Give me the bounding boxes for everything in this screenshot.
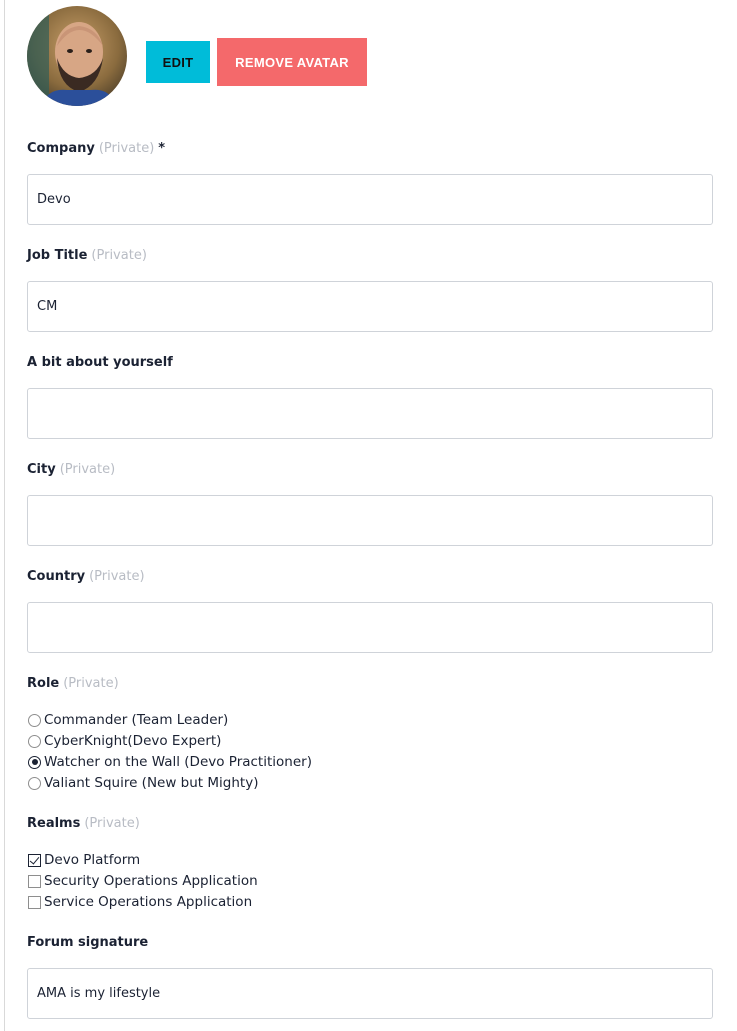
job-title-input[interactable]: CM bbox=[27, 281, 713, 332]
checkbox[interactable] bbox=[28, 895, 41, 909]
role-option-cyberknight[interactable]: CyberKnight(Devo Expert) bbox=[28, 731, 221, 751]
role-label: Role (Private) bbox=[27, 676, 119, 691]
role-option-label: Watcher on the Wall (Devo Practitioner) bbox=[44, 754, 312, 770]
about-label-text: A bit about yourself bbox=[27, 355, 173, 370]
realms-label: Realms (Private) bbox=[27, 816, 140, 831]
city-label: City (Private) bbox=[27, 462, 115, 477]
checkbox-checked[interactable] bbox=[28, 853, 41, 867]
city-input[interactable] bbox=[27, 495, 713, 546]
role-option-commander[interactable]: Commander (Team Leader) bbox=[28, 710, 228, 730]
realm-option-devo-platform[interactable]: Devo Platform bbox=[28, 850, 140, 870]
job-title-label-text: Job Title bbox=[27, 248, 88, 263]
avatar-section: EDIT REMOVE AVATAR bbox=[27, 6, 727, 106]
checkbox[interactable] bbox=[28, 874, 41, 888]
company-label: Company (Private) * bbox=[27, 141, 165, 156]
radio-button-selected[interactable] bbox=[28, 755, 41, 769]
radio-button[interactable] bbox=[28, 713, 41, 727]
private-tag: (Private) bbox=[63, 676, 119, 691]
city-label-text: City bbox=[27, 462, 56, 477]
role-option-label: CyberKnight(Devo Expert) bbox=[44, 733, 222, 749]
realm-option-label: Devo Platform bbox=[44, 852, 141, 868]
private-tag: (Private) bbox=[89, 569, 145, 584]
country-label-text: Country bbox=[27, 569, 86, 584]
realm-option-label: Service Operations Application bbox=[44, 894, 253, 910]
required-marker: * bbox=[158, 141, 166, 156]
about-label: A bit about yourself bbox=[27, 355, 173, 370]
forum-signature-label-text: Forum signature bbox=[27, 935, 149, 950]
forum-signature-label: Forum signature bbox=[27, 935, 148, 950]
company-input[interactable]: Devo bbox=[27, 174, 713, 225]
remove-avatar-button[interactable]: REMOVE AVATAR bbox=[217, 38, 367, 86]
private-tag: (Private) bbox=[84, 816, 140, 831]
page-left-border bbox=[4, 0, 5, 1031]
role-label-text: Role bbox=[27, 676, 60, 691]
private-tag: (Private) bbox=[59, 462, 116, 477]
role-option-label: Valiant Squire (New but Mighty) bbox=[44, 775, 259, 791]
radio-button[interactable] bbox=[28, 776, 41, 790]
about-input[interactable] bbox=[27, 388, 713, 439]
radio-button[interactable] bbox=[28, 734, 41, 748]
role-option-label: Commander (Team Leader) bbox=[44, 712, 229, 728]
realm-option-security-ops[interactable]: Security Operations Application bbox=[28, 871, 258, 891]
company-label-text: Company bbox=[27, 141, 95, 156]
edit-avatar-button[interactable]: EDIT bbox=[146, 41, 210, 83]
role-option-squire[interactable]: Valiant Squire (New but Mighty) bbox=[28, 773, 258, 793]
country-label: Country (Private) bbox=[27, 569, 145, 584]
country-input[interactable] bbox=[27, 602, 713, 653]
realms-label-text: Realms bbox=[27, 816, 81, 831]
private-tag: (Private) bbox=[91, 248, 147, 263]
avatar bbox=[27, 6, 127, 106]
role-option-watcher[interactable]: Watcher on the Wall (Devo Practitioner) bbox=[28, 752, 312, 772]
realm-option-service-ops[interactable]: Service Operations Application bbox=[28, 892, 252, 912]
job-title-label: Job Title (Private) bbox=[27, 248, 147, 263]
forum-signature-input[interactable]: AMA is my lifestyle bbox=[27, 968, 713, 1019]
private-tag: (Private) bbox=[98, 141, 155, 156]
realm-option-label: Security Operations Application bbox=[44, 873, 258, 889]
